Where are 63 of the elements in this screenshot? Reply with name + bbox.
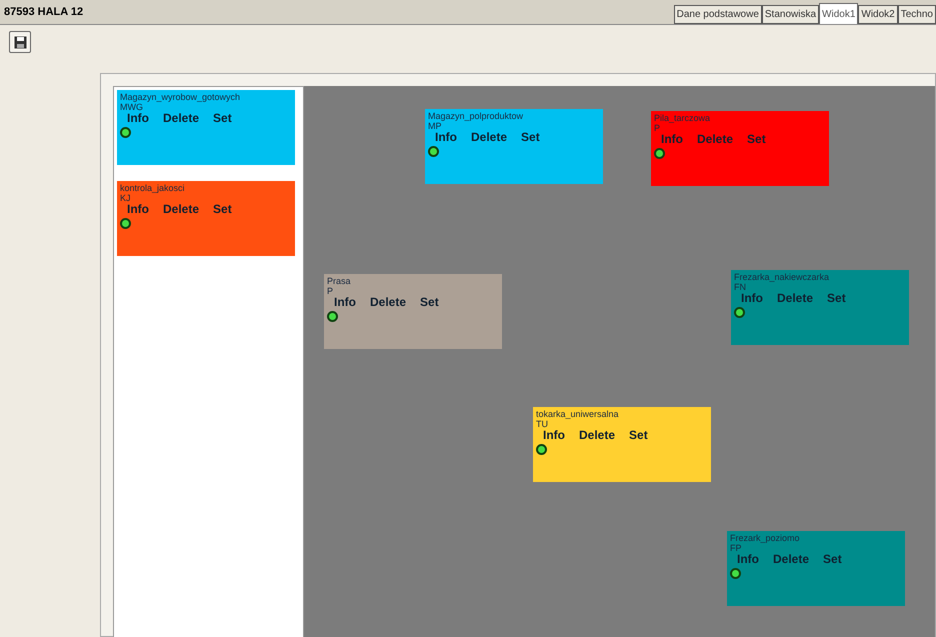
- window-title: 87593 HALA 12: [3, 4, 84, 20]
- action-link[interactable]: Info: [741, 292, 763, 305]
- save-button[interactable]: [9, 31, 31, 53]
- action-link[interactable]: Info: [543, 429, 565, 442]
- station-name: Pila_tarczowa: [654, 113, 710, 123]
- station-card[interactable]: Pila_tarczowa P Info Delete Set: [651, 111, 829, 186]
- station-name: tokarka_uniwersalna: [536, 409, 619, 419]
- action-link[interactable]: Delete: [697, 133, 734, 146]
- station-card[interactable]: Frezarka_nakiewczarka FN Info Delete Set: [731, 270, 909, 345]
- station-code: FP: [730, 543, 742, 553]
- action-link[interactable]: Delete: [370, 296, 406, 309]
- port-icon[interactable]: [428, 146, 439, 157]
- station-code: MP: [428, 121, 442, 131]
- port-icon[interactable]: [327, 311, 338, 322]
- station-name: Magazyn_polproduktow: [428, 111, 524, 121]
- station-code: KJ: [120, 193, 131, 203]
- action-link[interactable]: Set: [213, 203, 232, 216]
- tab[interactable]: Stanowiska: [762, 5, 820, 24]
- action-link[interactable]: Delete: [579, 429, 616, 442]
- station-card[interactable]: Magazyn_polproduktow MP Info Delete Set: [425, 109, 603, 184]
- station-name: Frezarka_nakiewczarka: [734, 272, 830, 282]
- station-code: FN: [734, 282, 746, 292]
- station-card[interactable]: tokarka_uniwersalna TU Info Delete Set: [533, 407, 711, 482]
- port-icon[interactable]: [654, 148, 665, 159]
- tab[interactable]: Techno: [898, 5, 936, 24]
- action-link[interactable]: Info: [661, 133, 683, 146]
- action-link[interactable]: Info: [127, 112, 149, 125]
- action-link[interactable]: Delete: [471, 131, 508, 144]
- port-icon[interactable]: [120, 127, 131, 138]
- action-link[interactable]: Set: [213, 112, 232, 125]
- tab[interactable]: Widok1: [819, 3, 858, 24]
- station-card[interactable]: Magazyn_wyrobow_gotowych MWG Info Delete Set: [117, 90, 295, 165]
- tab[interactable]: Dane podstawowe: [674, 5, 762, 24]
- station-name: kontrola_jakosci: [120, 183, 185, 193]
- port-icon[interactable]: [730, 568, 741, 579]
- action-link[interactable]: Info: [334, 296, 356, 309]
- station-code: MWG: [120, 102, 143, 112]
- action-link[interactable]: Set: [629, 429, 648, 442]
- port-icon[interactable]: [734, 307, 745, 318]
- action-link[interactable]: Set: [827, 292, 846, 305]
- station-code: TU: [536, 419, 548, 429]
- action-link[interactable]: Info: [737, 553, 759, 566]
- tab[interactable]: Widok2: [858, 5, 898, 24]
- port-icon[interactable]: [120, 218, 131, 229]
- station-card[interactable]: kontrola_jakosci KJ Info Delete Set: [117, 181, 295, 256]
- station-name: Prasa: [327, 276, 351, 286]
- action-link[interactable]: Set: [747, 133, 766, 146]
- station-code: P: [654, 123, 660, 133]
- action-link[interactable]: Set: [420, 296, 439, 309]
- action-link[interactable]: Delete: [777, 292, 814, 305]
- station-name: Frezark_poziomo: [730, 533, 800, 543]
- station-card[interactable]: Frezark_poziomo FP Info Delete Set: [727, 531, 905, 606]
- station-code: P: [327, 286, 334, 296]
- action-link[interactable]: Info: [435, 131, 457, 144]
- station-name: Magazyn_wyrobow_gotowych: [120, 92, 240, 102]
- action-link[interactable]: Delete: [773, 553, 810, 566]
- action-link[interactable]: Info: [127, 203, 149, 216]
- action-link[interactable]: Set: [521, 131, 540, 144]
- station-card[interactable]: Prasa P Info Delete Set: [324, 274, 502, 349]
- action-link[interactable]: Delete: [163, 112, 200, 125]
- port-icon[interactable]: [536, 444, 547, 455]
- action-link[interactable]: Delete: [163, 203, 200, 216]
- action-link[interactable]: Set: [823, 553, 842, 566]
